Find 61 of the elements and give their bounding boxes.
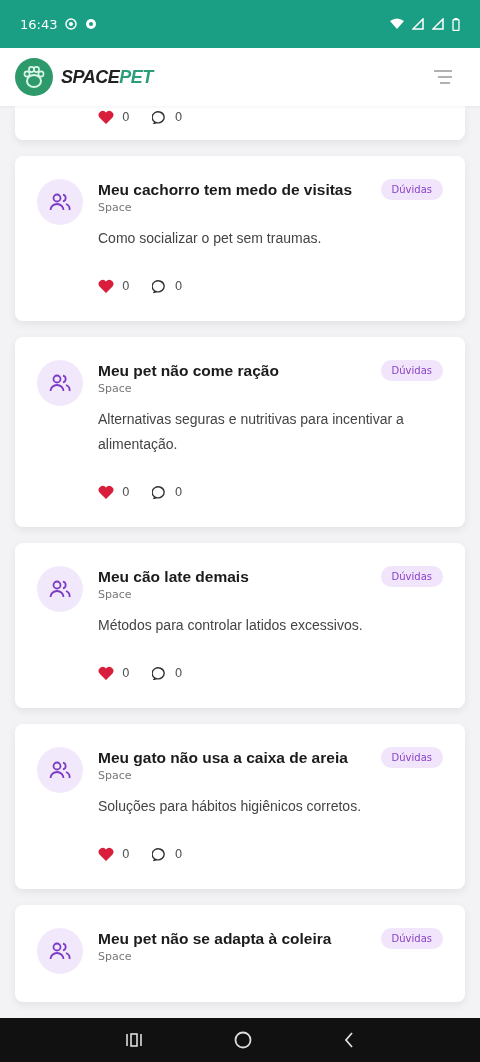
- category-tag: Dúvidas: [380, 566, 443, 587]
- space-label: Space: [98, 769, 133, 782]
- space-label: Space: [98, 382, 133, 395]
- clock: 16:43: [20, 16, 58, 32]
- post-card[interactable]: Meu cachorro tem medo de visitas Dúvidas Space Como socializar o pet sem traumas. 0 0: [15, 156, 465, 321]
- post-card[interactable]: Meu pet não se adapta à coleira Dúvidas Space: [15, 905, 465, 1002]
- comment-icon[interactable]: [151, 279, 167, 293]
- comment-count: 0: [174, 110, 183, 124]
- group-icon: [37, 928, 83, 974]
- comment-icon[interactable]: [151, 666, 167, 680]
- comment-count: 0: [174, 847, 183, 861]
- post-title: Meu cão late demais: [98, 567, 250, 586]
- post-description: Métodos para controlar latidos excessivos.: [98, 616, 364, 635]
- group-icon: [37, 566, 83, 612]
- group-icon: [37, 747, 83, 793]
- post-description: Soluções para hábitos higiênicos corretos.: [98, 797, 363, 816]
- space-label: Space: [98, 588, 133, 601]
- comment-icon[interactable]: [151, 110, 167, 124]
- post-title: Meu pet não come ração: [98, 361, 280, 380]
- heart-icon[interactable]: [98, 110, 114, 124]
- notification-icon: [65, 18, 78, 30]
- post-description: Alternativas seguras e nutritivas para incentivar a alimentação.: [98, 410, 405, 454]
- group-icon: [37, 360, 83, 406]
- post-card[interactable]: Meu pet não come ração Dúvidas Space Alternativas seguras e nutritivas para incentivar a alimentação. 0 0: [15, 337, 465, 527]
- post-title: Meu cachorro tem medo de visitas: [98, 180, 354, 199]
- signal-icon: [432, 18, 444, 30]
- like-count: 0: [122, 847, 130, 861]
- heart-icon[interactable]: [98, 666, 114, 680]
- post-title: Meu pet não se adapta à coleira: [98, 929, 333, 948]
- space-label: Space: [98, 950, 133, 963]
- home-icon[interactable]: [234, 1031, 252, 1049]
- category-tag: Dúvidas: [380, 747, 443, 768]
- post-description: Como socializar o pet sem traumas.: [98, 229, 323, 248]
- space-label: Space: [98, 201, 133, 214]
- group-icon: [37, 179, 83, 225]
- heart-icon[interactable]: [98, 279, 114, 293]
- post-card[interactable]: Meu gato não usa a caixa de areia Dúvidas Space Soluções para hábitos higiênicos corretos. 0 0: [15, 724, 465, 889]
- comment-count: 0: [174, 485, 183, 499]
- back-icon[interactable]: [344, 1032, 354, 1048]
- brand-name: SPACEPET: [61, 66, 153, 88]
- category-tag: Dúvidas: [380, 179, 443, 200]
- post-card[interactable]: Meu cão late demais Dúvidas Space Métodos para controlar latidos excessivos. 0 0: [15, 543, 465, 708]
- like-count: 0: [122, 279, 130, 293]
- heart-icon[interactable]: [98, 485, 114, 499]
- signal-icon: [412, 18, 424, 30]
- post-card[interactable]: 0 0: [15, 106, 465, 140]
- like-count: 0: [122, 110, 130, 124]
- comment-count: 0: [174, 279, 183, 293]
- post-title: Meu gato não usa a caixa de areia: [98, 748, 349, 767]
- wifi-icon: [390, 18, 404, 30]
- comment-count: 0: [174, 666, 183, 680]
- heart-icon[interactable]: [98, 847, 114, 861]
- like-count: 0: [122, 666, 130, 680]
- category-tag: Dúvidas: [380, 928, 443, 949]
- comment-icon[interactable]: [151, 485, 167, 499]
- recent-apps-icon[interactable]: [126, 1033, 142, 1047]
- comment-icon[interactable]: [151, 847, 167, 861]
- category-tag: Dúvidas: [380, 360, 443, 381]
- like-count: 0: [122, 485, 130, 499]
- paw-logo-icon: [15, 58, 53, 96]
- battery-icon: [452, 17, 460, 31]
